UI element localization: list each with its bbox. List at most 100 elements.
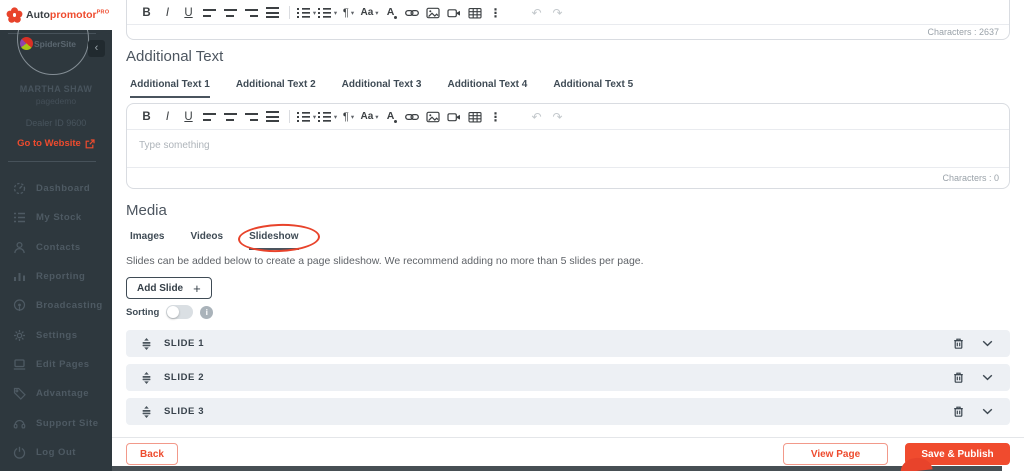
ordered-list-button[interactable]: ▾	[296, 104, 317, 129]
align-left-button[interactable]	[199, 104, 220, 129]
unordered-list-button[interactable]: ▾	[317, 1, 338, 24]
underline-button[interactable]: U	[178, 104, 199, 129]
support-site-icon	[13, 417, 26, 430]
divider	[8, 161, 96, 162]
more-options-button[interactable]: ⋮	[485, 104, 506, 129]
align-right-button[interactable]	[241, 1, 262, 24]
expand-slide-button[interactable]	[978, 340, 996, 347]
tab-additional-text-2[interactable]: Additional Text 2	[236, 79, 316, 98]
drag-handle-icon[interactable]	[140, 405, 153, 418]
font-size-button[interactable]: Aa ▾	[359, 104, 380, 129]
align-right-button[interactable]	[241, 104, 262, 129]
insert-video-button[interactable]	[443, 104, 464, 129]
toolbar-divider	[289, 110, 290, 123]
sidebar-item-my-stock[interactable]: My Stock	[0, 203, 112, 232]
settings-icon	[13, 329, 26, 342]
font-color-button[interactable]: A	[380, 104, 401, 129]
delete-slide-button[interactable]	[949, 337, 967, 350]
underline-button[interactable]: U	[178, 1, 199, 24]
rich-text-editor-main: B I U ▾ ▾ ¶ ▾ Aa ▾ A ⋮ ↶ ↷ Characters: …	[126, 0, 1010, 40]
redo-button[interactable]: ↷	[547, 104, 568, 129]
save-publish-button[interactable]: Save & Publish	[905, 443, 1010, 465]
broadcasting-icon	[13, 299, 26, 312]
align-center-button[interactable]	[220, 1, 241, 24]
sidebar-item-edit-pages[interactable]: Edit Pages	[0, 350, 112, 379]
unordered-list-icon	[317, 7, 332, 18]
sidebar-item-contacts[interactable]: Contacts	[0, 233, 112, 262]
justify-button[interactable]	[262, 1, 283, 24]
view-page-button[interactable]: View Page	[783, 443, 888, 465]
tab-slideshow[interactable]: Slideshow	[249, 231, 299, 250]
back-button[interactable]: Back	[126, 443, 178, 465]
align-center-button[interactable]	[220, 104, 241, 129]
align-left-icon	[202, 7, 217, 18]
sidebar-item-log-out[interactable]: Log Out	[0, 438, 112, 467]
add-slide-button[interactable]: Add Slide +	[126, 277, 212, 299]
insert-video-button[interactable]	[443, 1, 464, 24]
sidebar-item-advantage[interactable]: Advantage	[0, 379, 112, 408]
sidebar-item-support-site[interactable]: Support Site	[0, 408, 112, 437]
redo-button[interactable]: ↷	[547, 1, 568, 24]
align-left-button[interactable]	[199, 1, 220, 24]
sorting-control: Sorting i	[126, 305, 214, 319]
brand-flower-icon	[6, 7, 23, 24]
italic-button[interactable]: I	[157, 1, 178, 24]
table-icon	[467, 111, 482, 122]
go-to-website-link[interactable]: Go to Website	[0, 138, 112, 149]
paragraph-format-button[interactable]: ¶ ▾	[338, 104, 359, 129]
sidebar-item-settings[interactable]: Settings	[0, 320, 112, 349]
info-icon[interactable]: i	[200, 305, 214, 319]
slide-row[interactable]: SLIDE 2	[126, 364, 1010, 391]
tab-additional-text-3[interactable]: Additional Text 3	[342, 79, 422, 98]
undo-button[interactable]: ↶	[526, 1, 547, 24]
footer-divider	[112, 437, 1024, 438]
sidebar-item-broadcasting[interactable]: Broadcasting	[0, 291, 112, 320]
external-link-icon	[85, 138, 95, 148]
unordered-list-icon	[317, 111, 332, 122]
sidebar-item-label: Contacts	[36, 241, 81, 253]
delete-slide-button[interactable]	[949, 371, 967, 384]
sorting-toggle[interactable]	[166, 305, 194, 319]
slide-label: SLIDE 3	[164, 406, 205, 417]
insert-table-button[interactable]	[464, 104, 485, 129]
chevron-down-icon	[982, 408, 992, 415]
paragraph-format-button[interactable]: ¶ ▾	[338, 1, 359, 24]
slide-row[interactable]: SLIDE 3	[126, 398, 1010, 425]
unordered-list-button[interactable]: ▾	[317, 104, 338, 129]
bold-button[interactable]: B	[136, 1, 157, 24]
text-input-area[interactable]: Type something	[127, 130, 1009, 167]
insert-link-button[interactable]	[401, 1, 422, 24]
drag-handle-icon[interactable]	[140, 371, 153, 384]
tab-additional-text-5[interactable]: Additional Text 5	[553, 79, 633, 98]
advantage-icon	[13, 387, 26, 401]
justify-button[interactable]	[262, 104, 283, 129]
tab-videos[interactable]: Videos	[190, 231, 223, 250]
drag-handle-icon[interactable]	[140, 337, 153, 350]
insert-image-button[interactable]	[422, 1, 443, 24]
tab-additional-text-4[interactable]: Additional Text 4	[447, 79, 527, 98]
media-tabs: Images Videos Slideshow	[130, 231, 299, 250]
expand-slide-button[interactable]	[978, 374, 996, 381]
more-options-button[interactable]: ⋮	[485, 1, 506, 24]
ordered-list-button[interactable]: ▾	[296, 1, 317, 24]
sidebar-item-dashboard[interactable]: Dashboard	[0, 174, 112, 203]
sidebar-collapse-button[interactable]: ‹	[88, 40, 105, 57]
align-center-icon	[223, 111, 238, 122]
section-heading-additional-text: Additional Text	[126, 48, 224, 65]
insert-table-button[interactable]	[464, 1, 485, 24]
undo-button[interactable]: ↶	[526, 104, 547, 129]
bold-button[interactable]: B	[136, 104, 157, 129]
tab-additional-text-1[interactable]: Additional Text 1	[130, 79, 210, 98]
italic-button[interactable]: I	[157, 104, 178, 129]
font-color-button[interactable]: A	[380, 1, 401, 24]
delete-slide-button[interactable]	[949, 405, 967, 418]
tab-images[interactable]: Images	[130, 231, 164, 250]
expand-slide-button[interactable]	[978, 408, 996, 415]
insert-image-button[interactable]	[422, 104, 443, 129]
character-count: Characters : 2637	[927, 27, 999, 37]
slide-row[interactable]: SLIDE 1	[126, 330, 1010, 357]
font-size-button[interactable]: Aa ▾	[359, 1, 380, 24]
sidebar-item-reporting[interactable]: Reporting	[0, 262, 112, 291]
app-logo[interactable]: AutopromotorPRO	[0, 0, 112, 30]
insert-link-button[interactable]	[401, 104, 422, 129]
